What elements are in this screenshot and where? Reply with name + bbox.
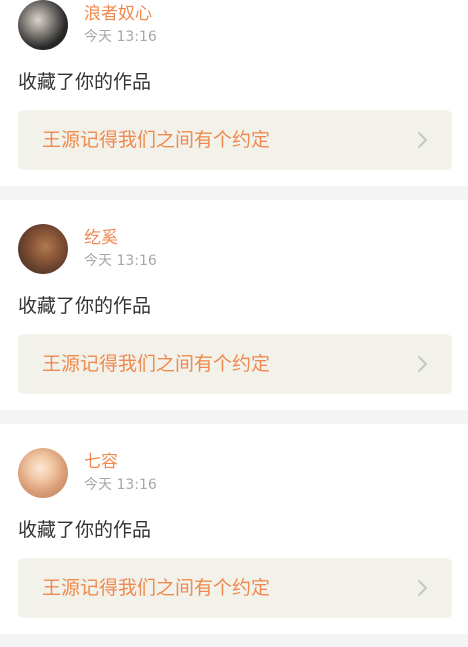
activity-text: 收藏了你的作品 bbox=[18, 295, 152, 317]
timestamp: 今天 13:16 bbox=[84, 477, 157, 493]
user-avatar[interactable] bbox=[18, 224, 68, 274]
user-avatar[interactable] bbox=[18, 448, 68, 498]
work-title: 王源记得我们之间有个约定 bbox=[42, 353, 271, 375]
username-link[interactable]: 浪者奴心 bbox=[84, 4, 152, 24]
chevron-right-icon bbox=[417, 131, 428, 149]
timestamp: 今天 13:16 bbox=[84, 253, 157, 269]
work-link-box[interactable]: 王源记得我们之间有个约定 bbox=[18, 110, 452, 170]
username-link[interactable]: 纥奚 bbox=[84, 228, 118, 248]
activity-text: 收藏了你的作品 bbox=[18, 519, 152, 541]
work-link-box[interactable]: 王源记得我们之间有个约定 bbox=[18, 334, 452, 394]
chevron-right-icon bbox=[417, 355, 428, 373]
activity-text: 收藏了你的作品 bbox=[18, 71, 152, 93]
work-title: 王源记得我们之间有个约定 bbox=[42, 129, 271, 151]
work-title: 王源记得我们之间有个约定 bbox=[42, 577, 271, 599]
chevron-right-icon bbox=[417, 579, 428, 597]
work-link-box[interactable]: 王源记得我们之间有个约定 bbox=[18, 558, 452, 618]
user-avatar[interactable] bbox=[18, 0, 68, 50]
feed-canvas: 浪者奴心 今天 13:16 收藏了你的作品 王源记得我们之间有个约定 纥奚 今天… bbox=[0, 0, 468, 647]
notification-feed: 浪者奴心 今天 13:16 收藏了你的作品 王源记得我们之间有个约定 纥奚 今天… bbox=[0, 0, 468, 647]
username-link[interactable]: 七容 bbox=[84, 452, 118, 472]
timestamp: 今天 13:16 bbox=[84, 29, 157, 45]
